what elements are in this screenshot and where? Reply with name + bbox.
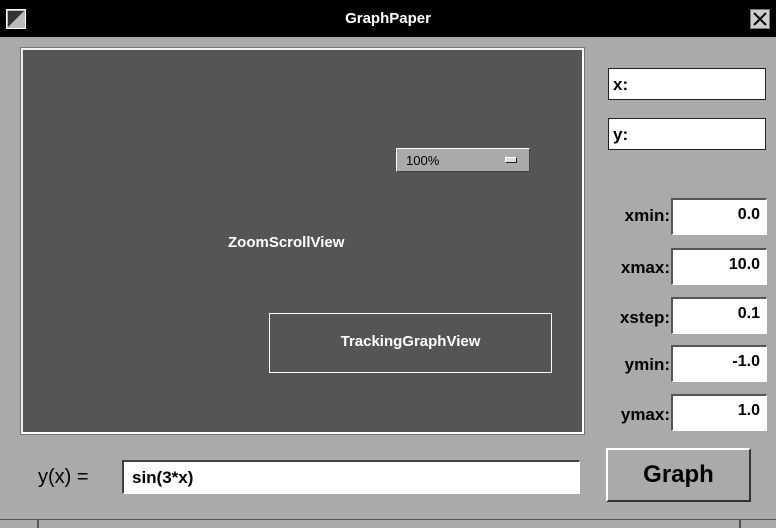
formula-field[interactable]: sin(3*x) xyxy=(122,460,580,494)
ymin-label: ymin: xyxy=(624,355,670,374)
graph-button[interactable]: Graph xyxy=(606,448,751,502)
xmin-label: xmin: xyxy=(624,206,670,225)
ymin-field[interactable]: -1.0 xyxy=(671,345,767,382)
zoom-scroll-view-label: ZoomScrollView xyxy=(228,234,345,251)
window-title: GraphPaper xyxy=(345,10,431,27)
xstep-field[interactable]: 0.1 xyxy=(671,297,767,334)
xmin-field[interactable]: 0.0 xyxy=(671,198,767,235)
resize-handle-left[interactable] xyxy=(37,520,39,528)
resize-bar[interactable] xyxy=(0,519,776,528)
y-readout-label: y: xyxy=(613,125,629,144)
ymax-field[interactable]: 1.0 xyxy=(671,394,767,431)
xmax-label: xmax: xyxy=(620,258,670,277)
graphpaper-window: GraphPaper ZoomScrollView 100% TrackingG… xyxy=(0,0,776,528)
close-button[interactable] xyxy=(750,9,770,29)
close-icon xyxy=(753,12,767,26)
tracking-graph-view[interactable]: TrackingGraphView xyxy=(269,313,552,373)
ymax-label: ymax: xyxy=(620,405,670,424)
resize-handle-right[interactable] xyxy=(739,520,741,528)
formula-label: y(x) = xyxy=(38,466,89,488)
title-bar[interactable]: GraphPaper xyxy=(0,0,776,37)
x-readout-label: x: xyxy=(613,75,629,94)
tracking-graph-view-label: TrackingGraphView xyxy=(340,333,481,350)
zoom-popup-button[interactable]: 100% xyxy=(396,148,530,172)
x-readout-field: x: xyxy=(608,68,766,100)
zoom-value: 100% xyxy=(406,153,440,168)
xmax-field[interactable]: 10.0 xyxy=(671,248,767,285)
zoom-scroll-view[interactable]: ZoomScrollView 100% TrackingGraphView xyxy=(20,47,585,435)
popup-indicator-icon xyxy=(505,157,517,163)
xstep-label: xstep: xyxy=(619,308,670,327)
y-readout-field: y: xyxy=(608,118,766,150)
